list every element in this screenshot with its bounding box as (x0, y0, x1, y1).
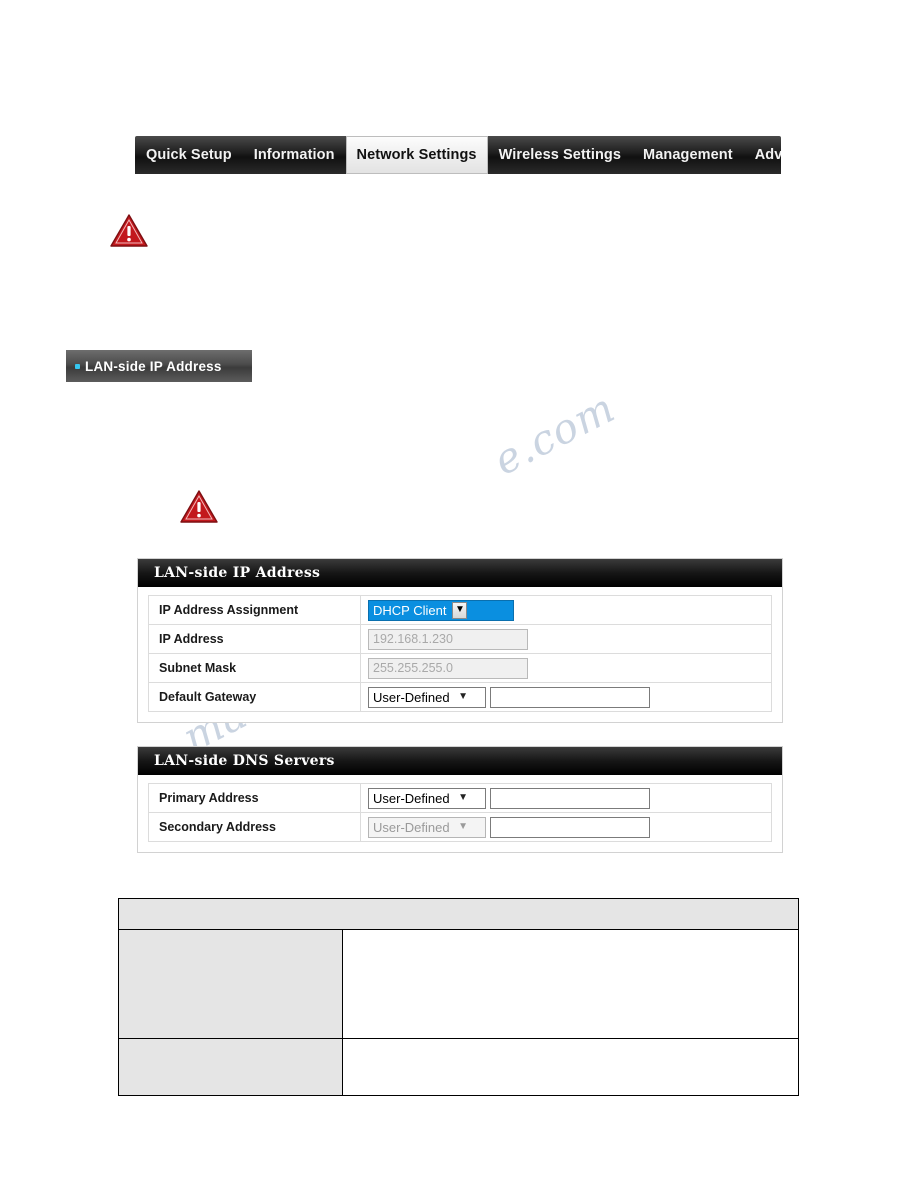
row-primary-address: Primary Address User-Defined ▼ (148, 783, 772, 813)
panel-body-lan-side-dns-servers: Primary Address User-Defined ▼ Secondary… (138, 775, 782, 852)
select-primary-address[interactable]: User-Defined ▼ (368, 787, 486, 809)
select-default-gateway-value: User-Defined (373, 689, 450, 705)
input-ip-address-value: 192.168.1.230 (373, 632, 453, 646)
select-ip-address-assignment[interactable]: DHCP Client ▼ (368, 599, 514, 621)
row-ip-address-assignment: IP Address Assignment DHCP Client ▼ (148, 595, 772, 625)
table-header-cell (118, 898, 799, 930)
warning-triangle-icon-2 (180, 490, 218, 529)
bullet-icon (75, 363, 80, 369)
input-ip-address[interactable]: 192.168.1.230 (368, 628, 528, 650)
input-secondary-address[interactable] (490, 816, 650, 838)
row-secondary-address: Secondary Address User-Defined ▼ (148, 813, 772, 842)
field-default-gateway: User-Defined ▼ (361, 683, 771, 711)
row-default-gateway: Default Gateway User-Defined ▼ (148, 683, 772, 712)
table-row (118, 929, 799, 1039)
tab-network-settings[interactable]: Network Settings (345, 136, 488, 174)
panel-title-lan-side-ip-address: LAN-side IP Address (138, 559, 782, 587)
tab-information[interactable]: Information (243, 136, 346, 174)
panel-title-lan-side-dns-servers: LAN-side DNS Servers (138, 747, 782, 775)
input-subnet-mask-value: 255.255.255.0 (373, 661, 453, 675)
panel-lan-side-ip-address: LAN-side IP Address IP Address Assignmen… (137, 558, 783, 723)
select-default-gateway[interactable]: User-Defined ▼ (368, 686, 486, 708)
label-default-gateway: Default Gateway (149, 683, 361, 711)
tab-wireless-settings[interactable]: Wireless Settings (488, 136, 632, 174)
panel-lan-side-dns-servers: LAN-side DNS Servers Primary Address Use… (137, 746, 783, 853)
warning-triangle-icon (110, 214, 148, 253)
label-ip-address: IP Address (149, 625, 361, 653)
select-secondary-address[interactable]: User-Defined ▼ (368, 816, 486, 838)
tab-management[interactable]: Management (632, 136, 744, 174)
chevron-down-icon[interactable]: ▼ (452, 601, 468, 619)
field-subnet-mask: 255.255.255.0 (361, 654, 771, 682)
table-row (118, 1038, 799, 1096)
row-ip-address: IP Address 192.168.1.230 (148, 625, 772, 654)
input-subnet-mask[interactable]: 255.255.255.0 (368, 657, 528, 679)
label-ip-address-assignment: IP Address Assignment (149, 596, 361, 624)
select-primary-address-value: User-Defined (373, 790, 450, 806)
tab-quick-setup[interactable]: Quick Setup (135, 136, 243, 174)
label-subnet-mask: Subnet Mask (149, 654, 361, 682)
chevron-down-icon[interactable]: ▼ (456, 822, 471, 832)
field-secondary-address: User-Defined ▼ (361, 813, 771, 841)
row-subnet-mask: Subnet Mask 255.255.255.0 (148, 654, 772, 683)
field-primary-address: User-Defined ▼ (361, 784, 771, 812)
chevron-down-icon[interactable]: ▼ (456, 793, 471, 803)
warning-triangle-svg (110, 214, 148, 247)
label-primary-address: Primary Address (149, 784, 361, 812)
table-cell-definition (342, 929, 799, 1039)
input-default-gateway[interactable] (490, 686, 650, 708)
chevron-down-icon[interactable]: ▼ (456, 692, 471, 702)
table-header-row (118, 898, 799, 930)
label-secondary-address: Secondary Address (149, 813, 361, 841)
table-cell-term (118, 929, 343, 1039)
description-table (118, 898, 799, 1096)
table-cell-term (118, 1038, 343, 1096)
table-cell-definition (342, 1038, 799, 1096)
main-navigation-bar[interactable]: Quick Setup Information Network Settings… (135, 136, 781, 174)
watermark-line-1: e.com (486, 383, 623, 485)
panel-body-lan-side-ip-address: IP Address Assignment DHCP Client ▼ IP A… (138, 587, 782, 722)
warning-triangle-svg-2 (180, 490, 218, 523)
section-tab-label: LAN-side IP Address (85, 358, 222, 374)
field-ip-address-assignment: DHCP Client ▼ (361, 596, 771, 624)
input-primary-address[interactable] (490, 787, 650, 809)
select-ip-address-assignment-value: DHCP Client (373, 602, 447, 618)
field-ip-address: 192.168.1.230 (361, 625, 771, 653)
tab-advanced[interactable]: Advanced (744, 136, 781, 174)
section-tab-lan-side-ip-address: LAN-side IP Address (66, 350, 252, 382)
select-secondary-address-value: User-Defined (373, 819, 450, 835)
